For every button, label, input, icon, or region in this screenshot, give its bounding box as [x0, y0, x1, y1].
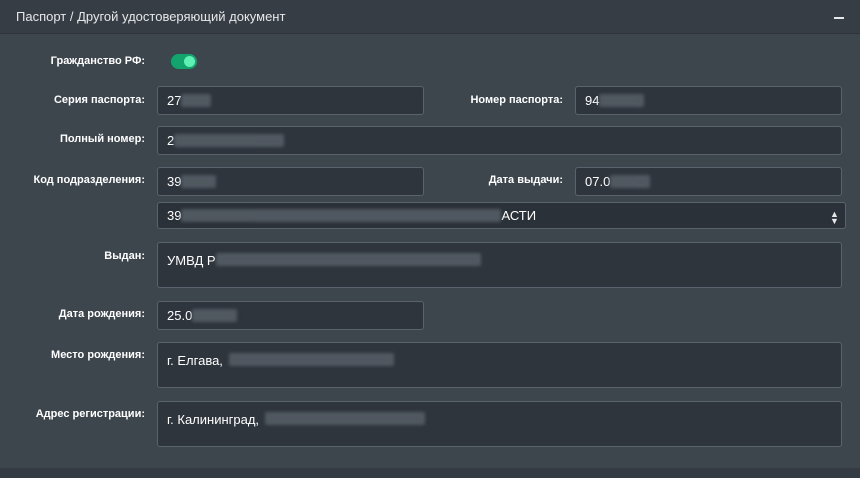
issue-date-label: Дата выдачи: [488, 174, 563, 186]
division-code-label: Код подразделения: [33, 174, 145, 186]
birth-date-input[interactable]: 25.0 [157, 301, 424, 330]
select-updown-icon: ▲ ▼ [830, 209, 839, 226]
division-select[interactable]: 39 АСТИ ▲ ▼ [157, 202, 846, 229]
redacted-block [265, 412, 426, 425]
full-number-input[interactable]: 2 [157, 126, 842, 155]
passport-number-value: 94 [585, 93, 600, 108]
registration-address-value: г. Калининград, [167, 412, 260, 427]
redacted-block [181, 209, 502, 222]
redacted-block [192, 309, 238, 322]
issued-by-label: Выдан: [104, 250, 145, 262]
division-code-input[interactable]: 39 [157, 167, 424, 196]
issue-date-value: 07.0 [585, 174, 611, 189]
redacted-block [215, 253, 481, 266]
redacted-block [228, 353, 394, 366]
registration-address-label: Адрес регистрации: [35, 408, 145, 420]
issued-by-value: УМВД Р [167, 253, 216, 268]
birth-place-textarea[interactable]: г. Елгава, [157, 342, 842, 388]
redacted-block [181, 94, 212, 107]
birth-date-label: Дата рождения: [58, 308, 145, 320]
passport-number-label: Номер паспорта: [470, 94, 563, 106]
passport-series-input[interactable]: 27 [157, 86, 424, 115]
division-select-value-end: АСТИ [501, 208, 537, 223]
passport-number-input[interactable]: 94 [575, 86, 842, 115]
redacted-block [174, 134, 285, 147]
redacted-block [181, 175, 217, 188]
full-number-value: 2 [167, 133, 175, 148]
issue-date-input[interactable]: 07.0 [575, 167, 842, 196]
passport-series-value: 27 [167, 93, 182, 108]
redacted-block [599, 94, 645, 107]
registration-address-textarea[interactable]: г. Калининград, [157, 401, 842, 447]
birth-date-value: 25.0 [167, 308, 193, 323]
panel-title: Паспорт / Другой удостоверяющий документ [16, 9, 286, 24]
panel-header[interactable]: Паспорт / Другой удостоверяющий документ [0, 0, 860, 34]
passport-panel: Паспорт / Другой удостоверяющий документ… [0, 0, 860, 478]
collapse-icon[interactable] [834, 17, 844, 19]
birth-place-value: г. Елгава, [167, 353, 223, 368]
citizenship-label: Гражданство РФ: [50, 55, 145, 67]
passport-series-label: Серия паспорта: [53, 94, 145, 106]
division-code-value: 39 [167, 174, 182, 189]
full-number-label: Полный номер: [59, 133, 145, 145]
toggle-knob [184, 56, 195, 67]
birth-place-label: Место рождения: [51, 349, 145, 361]
redacted-block [610, 175, 651, 188]
panel-bottom-edge [0, 468, 860, 478]
division-select-value-start: 39 [167, 208, 182, 223]
issued-by-textarea[interactable]: УМВД Р [157, 242, 842, 288]
citizenship-toggle[interactable] [171, 54, 197, 69]
